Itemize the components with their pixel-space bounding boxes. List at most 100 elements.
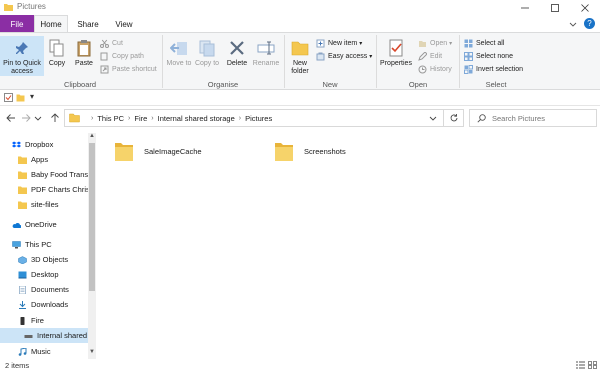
chevron-right-icon: › <box>91 115 94 122</box>
invert-selection-label: Invert selection <box>476 65 524 73</box>
new-folder-button[interactable]: New folder <box>288 38 312 76</box>
search-box <box>469 109 597 127</box>
nav-item-label: Apps <box>31 155 49 164</box>
cube-icon <box>18 255 27 264</box>
up-button[interactable] <box>48 110 62 126</box>
nav-item-downloads[interactable]: Downloads <box>0 297 88 312</box>
chevron-down-icon <box>34 116 42 121</box>
folder-icon <box>4 4 13 11</box>
properties-button[interactable]: Properties <box>378 38 414 68</box>
close-icon <box>581 3 589 12</box>
copy-to-button[interactable]: Copy to <box>194 38 220 68</box>
copy-to-label: Copy to <box>194 60 220 67</box>
close-button[interactable] <box>570 0 600 15</box>
large-icons-view-icon[interactable] <box>588 361 597 369</box>
item-count: 2 items <box>5 361 30 370</box>
nav-item-3d-objects[interactable]: 3D Objects <box>0 252 88 267</box>
refresh-button[interactable] <box>443 109 463 127</box>
edit-button[interactable]: Edit <box>418 50 442 62</box>
breadcrumb-internal-storage[interactable]: Internal shared storage <box>158 114 235 123</box>
folder-icon[interactable] <box>16 93 25 102</box>
tab-file[interactable]: File <box>0 15 34 33</box>
tab-share[interactable]: Share <box>70 15 106 33</box>
rename-button[interactable]: Rename <box>252 38 280 68</box>
copy-button[interactable]: Copy <box>46 38 68 68</box>
folder-icon <box>18 201 27 209</box>
recent-locations-button[interactable] <box>33 110 43 126</box>
folder-icon <box>275 143 293 161</box>
select-all-button[interactable]: Select all <box>464 37 504 49</box>
nav-item-dropbox[interactable]: Dropbox <box>0 137 88 152</box>
breadcrumb-fire[interactable]: Fire <box>134 114 147 123</box>
breadcrumb-pictures[interactable]: Pictures <box>245 114 272 123</box>
select-none-label: Select none <box>476 52 513 60</box>
invert-selection-button[interactable]: Invert selection <box>464 63 523 75</box>
copy-path-label: Copy path <box>112 52 144 60</box>
chevron-down-icon[interactable] <box>568 19 578 29</box>
history-button[interactable]: History <box>418 63 452 75</box>
maximize-icon <box>551 3 559 12</box>
properties-icon[interactable] <box>4 93 13 102</box>
new-folder-icon <box>290 38 310 58</box>
breadcrumb-this-pc[interactable]: This PC <box>97 114 124 123</box>
group-divider <box>284 35 285 88</box>
quick-access-toolbar <box>0 90 600 106</box>
scroll-down-icon[interactable]: ▼ <box>88 349 96 358</box>
copy-path-icon <box>100 52 108 60</box>
history-label: History <box>430 65 452 73</box>
scroll-thumb[interactable] <box>89 143 95 291</box>
nav-item-onedrive[interactable]: OneDrive <box>0 217 88 232</box>
new-item-button[interactable]: New item ▾ <box>316 37 362 49</box>
minimize-button[interactable] <box>510 0 540 15</box>
breadcrumb: › This PC › Fire › Internal shared stora… <box>87 114 272 123</box>
nav-item-this-pc[interactable]: This PC <box>0 237 88 252</box>
chevron-right-icon: › <box>151 115 154 122</box>
nav-item-fire[interactable]: Fire <box>0 313 88 328</box>
chevron-right-icon: › <box>128 115 131 122</box>
folder-item-saleimagecache[interactable]: SaleImageCache <box>114 140 202 162</box>
tab-home[interactable]: Home <box>34 15 68 33</box>
nav-item-label: Music <box>31 347 51 356</box>
delete-button[interactable]: Delete <box>224 38 250 68</box>
nav-item-label: site-files <box>31 200 59 209</box>
nav-item-apps[interactable]: Apps <box>0 152 88 167</box>
nav-item-baby-food[interactable]: Baby Food Trans <box>0 167 88 182</box>
nav-item-label: OneDrive <box>25 220 57 229</box>
nav-item-internal-shared[interactable]: Internal shared <box>0 328 88 343</box>
details-view-icon[interactable] <box>576 361 585 369</box>
forward-button[interactable] <box>19 110 33 126</box>
nav-item-music[interactable]: Music <box>0 344 88 359</box>
pin-icon <box>12 38 32 58</box>
open-button[interactable]: Open ▾ <box>418 37 452 49</box>
customize-toolbar-icon[interactable]: ▾ <box>30 92 34 101</box>
search-icon <box>477 114 486 123</box>
chevron-down-icon[interactable] <box>429 114 437 122</box>
minimize-icon <box>521 7 529 8</box>
back-button[interactable] <box>4 110 18 126</box>
copy-to-icon <box>197 38 217 58</box>
nav-item-documents[interactable]: Documents <box>0 282 88 297</box>
dropbox-icon <box>12 141 21 147</box>
nav-item-desktop[interactable]: Desktop <box>0 267 88 282</box>
cut-button[interactable]: Cut <box>100 37 123 49</box>
move-to-button[interactable]: Move to <box>166 38 192 68</box>
nav-item-site-files[interactable]: site-files <box>0 197 88 212</box>
pin-quick-access-button[interactable]: Pin to Quick access <box>0 36 44 76</box>
nav-item-label: Documents <box>31 285 69 294</box>
scroll-up-icon[interactable]: ▲ <box>88 133 96 142</box>
device-icon <box>20 316 25 325</box>
move-to-label: Move to <box>166 60 192 67</box>
folder-item-screenshots[interactable]: Screenshots <box>274 140 346 162</box>
organise-group-label: Organise <box>207 80 239 89</box>
address-bar[interactable]: › This PC › Fire › Internal shared stora… <box>64 109 464 127</box>
search-input[interactable] <box>492 113 592 124</box>
copy-path-button[interactable]: Copy path <box>100 50 144 62</box>
help-icon[interactable]: ? <box>584 18 595 29</box>
maximize-button[interactable] <box>540 0 570 15</box>
paste-button[interactable]: Paste <box>72 38 96 68</box>
tab-view[interactable]: View <box>106 15 142 33</box>
paste-shortcut-button[interactable]: Paste shortcut <box>100 63 157 75</box>
select-none-button[interactable]: Select none <box>464 50 513 62</box>
nav-item-pdf-charts[interactable]: PDF Charts Chris <box>0 182 88 197</box>
easy-access-button[interactable]: Easy access ▾ <box>316 50 372 62</box>
